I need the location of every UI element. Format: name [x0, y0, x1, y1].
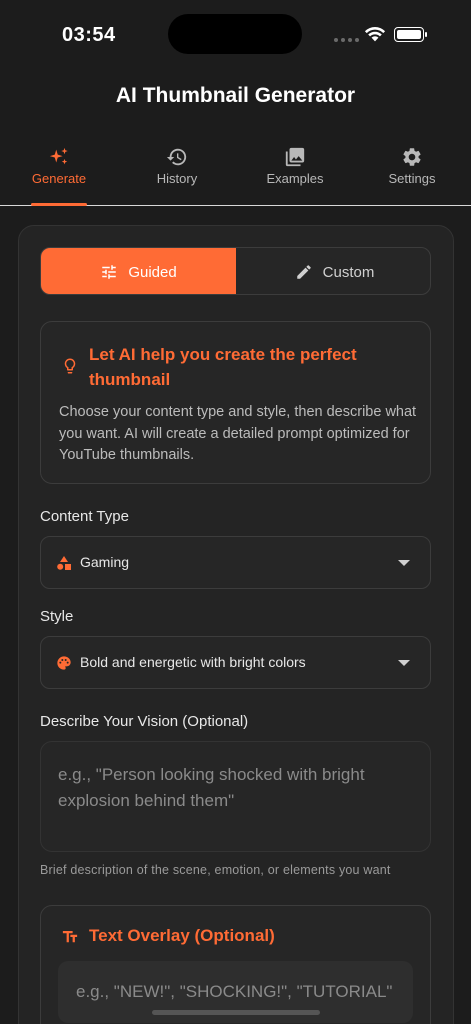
content-type-label: Content Type	[40, 508, 129, 525]
tab-settings[interactable]: Settings	[353, 140, 471, 206]
style-select[interactable]: Bold and energetic with bright colors	[40, 636, 431, 689]
active-tab-indicator	[31, 203, 87, 206]
tab-examples[interactable]: Examples	[236, 140, 354, 206]
tab-label: Examples	[266, 171, 324, 186]
chevron-down-icon	[398, 560, 410, 566]
text-overlay-title: Text Overlay (Optional)	[89, 926, 275, 945]
guided-mode-label: Guided	[128, 263, 177, 281]
tab-label: Generate	[31, 171, 87, 186]
tip-title: Let AI help you create the perfect thumb…	[89, 345, 357, 389]
tab-label: History	[156, 171, 198, 186]
vision-placeholder: e.g., "Person looking shocked with brigh…	[58, 765, 365, 810]
tab-generate[interactable]: Generate	[0, 140, 118, 206]
history-icon	[166, 148, 187, 166]
status-bar: 03:54	[0, 0, 471, 70]
guided-mode-button[interactable]: Guided	[41, 248, 236, 294]
text-overlay-section: Text Overlay (Optional) e.g., "NEW!", "S…	[40, 905, 431, 1024]
tune-icon	[102, 265, 117, 279]
home-indicator[interactable]	[152, 1010, 320, 1015]
mode-toggle: Guided Custom	[40, 247, 431, 295]
sparkle-icon	[49, 147, 68, 165]
gear-icon	[403, 148, 421, 166]
vision-helper-text: Brief description of the scene, emotion,…	[40, 863, 391, 877]
vision-textarea[interactable]: e.g., "Person looking shocked with brigh…	[40, 741, 431, 852]
pencil-icon	[296, 265, 311, 279]
content-type-value: Gaming	[80, 554, 130, 570]
style-value: Bold and energetic with bright colors	[80, 654, 306, 670]
tip-body: Choose your content type and style, then…	[59, 404, 417, 463]
vision-label: Describe Your Vision (Optional)	[40, 713, 249, 730]
style-label: Style	[40, 608, 74, 625]
wifi-icon	[364, 27, 386, 42]
image-icon	[285, 147, 305, 167]
ai-tip-box: Let AI help you create the perfect thumb…	[40, 321, 431, 484]
tab-bar: Generate History Examples Settings	[0, 140, 471, 206]
custom-mode-button[interactable]: Custom	[237, 248, 430, 294]
lightbulb-icon	[64, 358, 76, 374]
text-fields-icon	[62, 931, 78, 943]
cellular-signal-icon	[334, 38, 359, 42]
status-time: 03:54	[62, 24, 116, 46]
content-type-select[interactable]: Gaming	[40, 536, 431, 589]
shapes-icon	[57, 556, 71, 570]
tab-label: Settings	[388, 171, 436, 186]
tab-history[interactable]: History	[118, 140, 236, 206]
battery-icon	[394, 27, 427, 42]
text-overlay-placeholder: e.g., "NEW!", "SHOCKING!", "TUTORIAL"	[76, 982, 393, 1001]
dynamic-island	[168, 14, 302, 54]
app-title: AI Thumbnail Generator	[115, 84, 356, 107]
custom-mode-label: Custom	[322, 263, 375, 281]
chevron-down-icon	[398, 660, 410, 666]
palette-icon	[57, 656, 71, 670]
